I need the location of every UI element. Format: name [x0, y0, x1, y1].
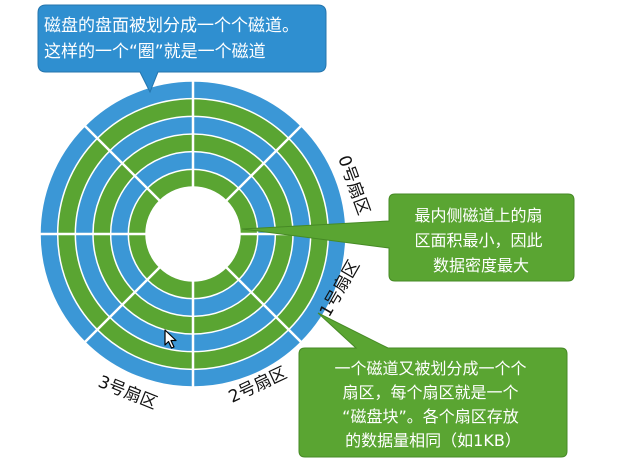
disk-spindle-hole [145, 186, 241, 282]
sector-callout-line: 的数据量相同（如1KB） [345, 431, 521, 450]
density-callout-text: 最内侧磁道上的扇 区面积最小，因此 数据密度最大 [414, 206, 547, 275]
sector-callout-line: “磁盘块”。各个扇区存放 [342, 407, 519, 426]
mouse-pointer-icon [164, 329, 177, 349]
sector-callout: 一个磁道又被划分成一个个 扇区，每个扇区就是一个 “磁盘块”。各个扇区存放 的数… [298, 312, 568, 458]
disk-diagram: 磁盘的盘面被划分成一个个磁道。 这样的一个“圈”就是一个磁道 最内侧磁道上的扇 … [37, 4, 575, 458]
density-callout-line: 数据密度最大 [433, 256, 529, 275]
track-callout: 磁盘的盘面被划分成一个个磁道。 这样的一个“圈”就是一个磁道 [37, 4, 327, 94]
sector-callout-line: 扇区，每个扇区就是一个 [342, 383, 518, 402]
track-callout-line: 这样的一个“圈”就是一个磁道 [44, 42, 266, 62]
density-callout-line: 最内侧磁道上的扇 [414, 206, 542, 225]
track-callout-line: 磁盘的盘面被划分成一个个磁道。 [44, 16, 299, 36]
sector-callout-line: 一个磁道又被划分成一个个 [334, 359, 526, 378]
density-callout-line: 区面积最小，因此 [414, 231, 542, 250]
